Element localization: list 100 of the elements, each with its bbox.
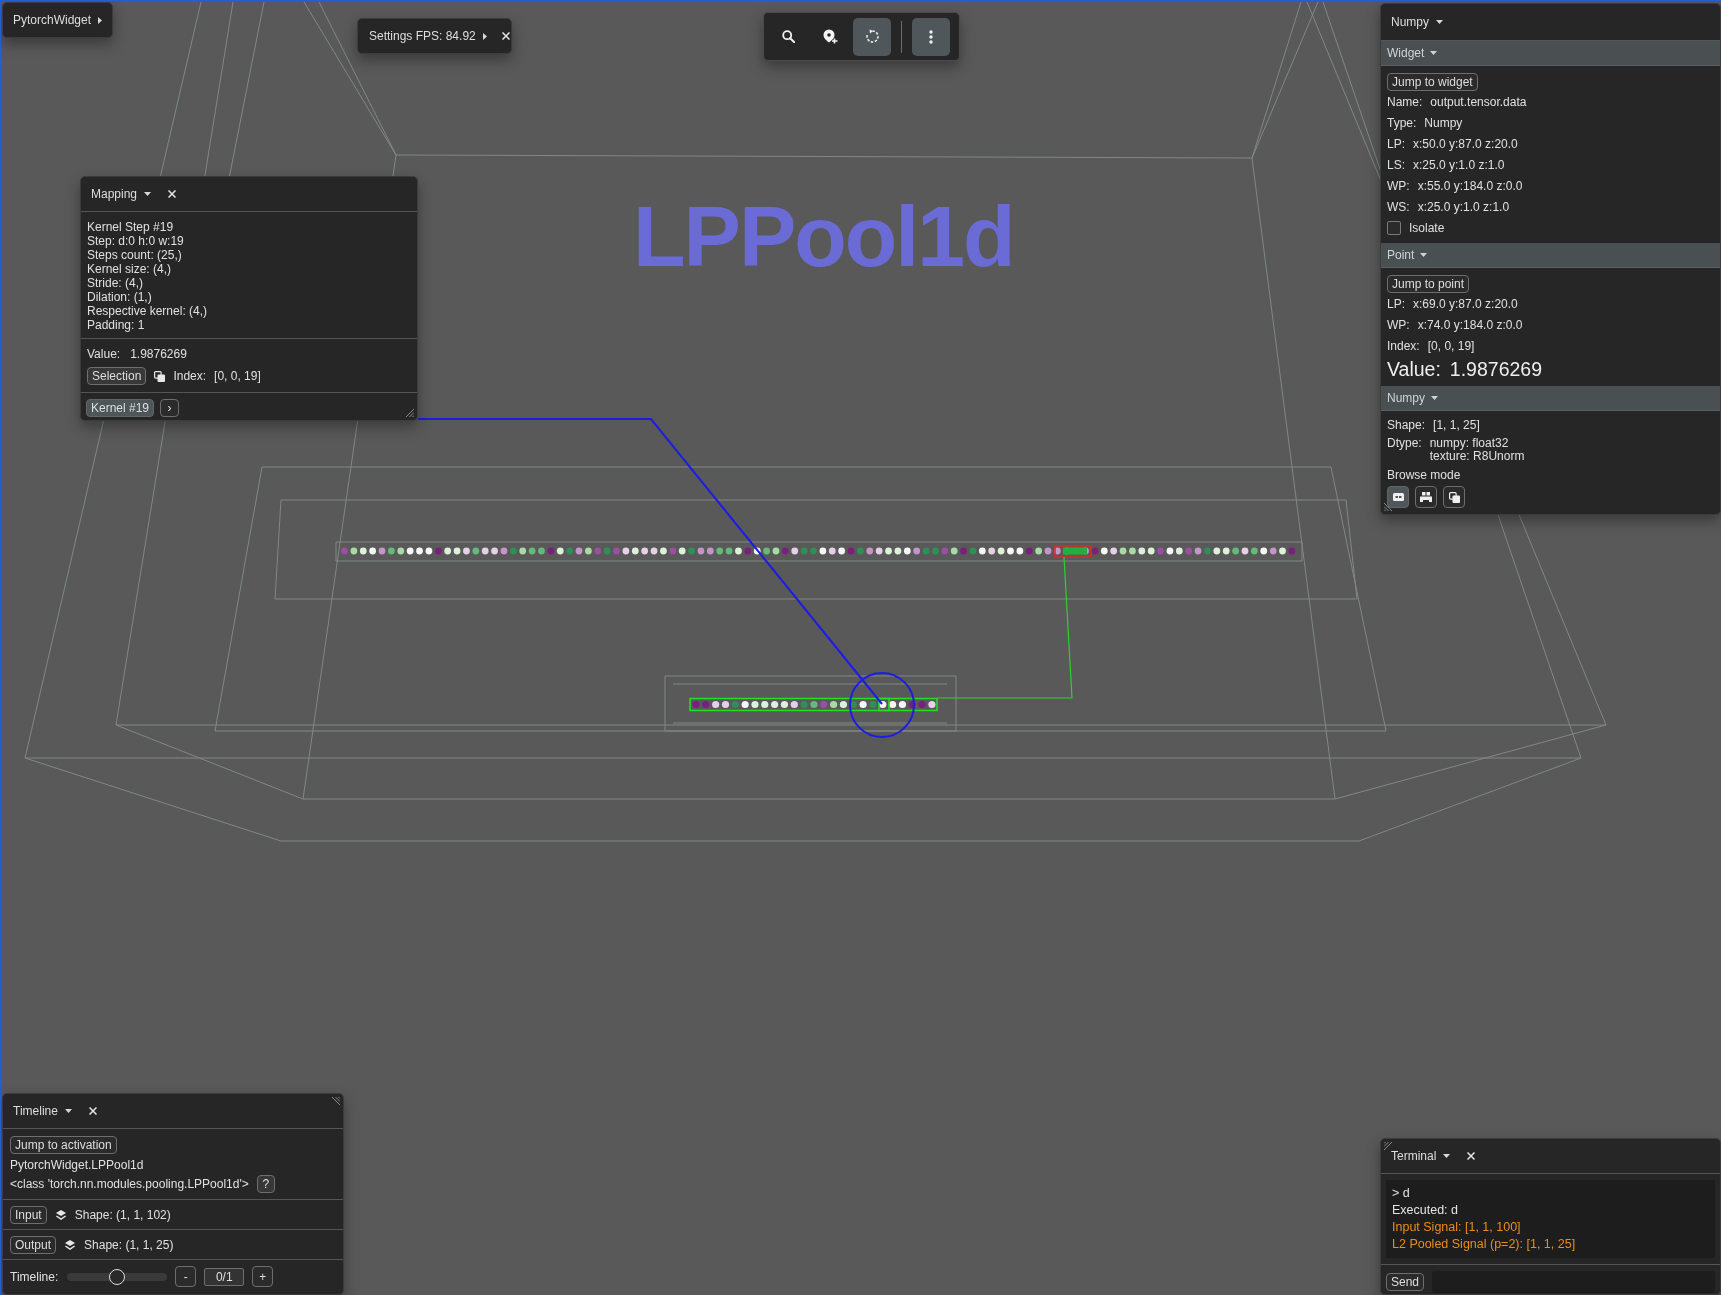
field-value: numpy: float32: [1429, 437, 1510, 450]
info-line: Step: d:0 h:0 w:19: [87, 234, 185, 248]
kernel-button[interactable]: Kernel #19: [86, 399, 155, 417]
jump-button[interactable]: Jump to activation: [10, 1136, 117, 1154]
close-icon: [1467, 1152, 1476, 1160]
field-value: 1.9876269: [130, 347, 187, 361]
checkbox[interactable]: [1387, 220, 1401, 235]
field-label: Value:: [87, 347, 121, 361]
caret-icon: [98, 16, 102, 24]
resize-grip-icon[interactable]: [405, 408, 414, 417]
field-label: Shape:: [1387, 419, 1426, 432]
help-button[interactable]: ?: [256, 1175, 275, 1193]
field-label: Index:: [173, 369, 207, 383]
close-button[interactable]: [1465, 1150, 1478, 1162]
settings-toggle[interactable]: Settings FPS: 84.92: [368, 27, 488, 45]
field-value: Numpy: [1424, 115, 1463, 130]
refresh-icon: [864, 29, 880, 44]
increment-button[interactable]: +: [252, 1266, 274, 1287]
close-icon: [88, 1107, 97, 1115]
resize-grip-icon[interactable]: [1384, 502, 1393, 511]
step-field[interactable]: 0/1: [204, 1267, 245, 1286]
info-line: Dilation: (1,): [87, 290, 153, 304]
blocks-icon: [1420, 492, 1432, 502]
info-line: Kernel Step #19: [87, 220, 175, 234]
more-button[interactable]: [912, 17, 950, 56]
field-value: x:25.0 y:1.0 z:1.0: [1417, 199, 1510, 214]
close-button[interactable]: [86, 1105, 99, 1117]
field-label: LS:: [1387, 157, 1405, 172]
checkbox-label: Isolate: [1409, 220, 1445, 235]
tensor-button[interactable]: Output: [10, 1235, 57, 1254]
panel-menu-button[interactable]: Mapping: [90, 185, 153, 203]
terminal-line: Executed: d: [1392, 1202, 1459, 1219]
copy-icon: [1448, 491, 1460, 503]
section-header[interactable]: Numpy: [1381, 386, 1720, 411]
field-label: WP:: [1387, 317, 1410, 332]
panel-menu-button[interactable]: Timeline: [12, 1102, 73, 1120]
info-line: Respective kernel: (4,): [87, 304, 209, 318]
tensor-button[interactable]: Input: [10, 1205, 47, 1224]
close-button[interactable]: [499, 30, 512, 42]
field-label: Value:: [1387, 357, 1441, 381]
resize-grip-icon[interactable]: [1384, 1142, 1393, 1151]
class-name: <class 'torch.nn.modules.pooling.LPPool1d'>: [10, 1177, 249, 1191]
terminal-line: > d: [1392, 1185, 1411, 1202]
section-header[interactable]: Point: [1381, 243, 1720, 268]
section-header[interactable]: Widget: [1381, 41, 1720, 66]
terminal-line: Input Signal: [1, 1, 100]: [1392, 1219, 1522, 1236]
tile-icon: [1392, 493, 1404, 501]
copy-mode-button[interactable]: [1443, 486, 1465, 508]
field-label: Index:: [1387, 338, 1420, 353]
caret-icon: [1436, 20, 1443, 24]
next-button[interactable]: ›: [160, 399, 180, 417]
close-icon: [168, 190, 177, 198]
caret-icon: [482, 32, 487, 40]
caret-icon: [1420, 253, 1428, 257]
kernel-highlight-box: [1054, 545, 1092, 558]
field-value: x:25.0 y:1.0 z:1.0: [1413, 157, 1505, 172]
panel-menu-button[interactable]: Numpy: [1390, 13, 1444, 31]
field-label: LP:: [1387, 296, 1405, 311]
field-value: output.tensor.data: [1430, 94, 1527, 109]
decrement-button[interactable]: -: [175, 1266, 197, 1287]
caret-icon: [144, 192, 152, 196]
close-button[interactable]: [166, 188, 179, 200]
slider-thumb[interactable]: [109, 1268, 126, 1285]
menu-button[interactable]: PytorchWidget: [2, 2, 113, 38]
field-value: x:50.0 y:87.0 z:20.0: [1413, 136, 1518, 151]
more-icon: [929, 29, 933, 44]
tile-mode-button[interactable]: [1387, 486, 1409, 508]
panel-menu-button[interactable]: Terminal: [1390, 1147, 1452, 1165]
field-label: LP:: [1387, 136, 1405, 151]
shape-text: Shape: (1, 1, 102): [74, 1207, 171, 1222]
info-line: Steps count: (25,): [87, 248, 183, 262]
layers-icon: [55, 1209, 66, 1220]
field-value: texture: R8Unorm: [1429, 450, 1525, 463]
pin-plus-icon: [822, 29, 838, 44]
caret-icon: [1431, 396, 1438, 400]
copy-icon: [154, 370, 166, 382]
terminal-line: L2 Pooled Signal (p=2): [1, 1, 25]: [1392, 1236, 1577, 1253]
field-label: WP:: [1387, 178, 1410, 193]
focus-ring: [849, 672, 915, 738]
field-label: Dtype:: [1387, 437, 1422, 452]
selection-button[interactable]: Selection: [87, 367, 147, 385]
field-label: Name:: [1387, 94, 1423, 109]
field-value: x:74.0 y:184.0 z:0.0: [1417, 317, 1523, 332]
refresh-button[interactable]: [853, 17, 891, 56]
module-name: PytorchWidget.LPPool1d: [10, 1157, 144, 1174]
field-value: x:55.0 y:184.0 z:0.0: [1417, 178, 1523, 193]
search-icon: [781, 30, 795, 43]
caret-icon: [64, 1109, 72, 1113]
resize-grip-icon[interactable]: [331, 1097, 340, 1106]
field-label: Timeline:: [10, 1269, 59, 1284]
field-label: WS:: [1387, 199, 1410, 214]
field-value: [0, 0, 19]: [214, 369, 261, 383]
jump-button[interactable]: Jump to widget: [1387, 73, 1478, 91]
send-button[interactable]: Send: [1386, 1273, 1425, 1291]
info-line: Kernel size: (4,): [87, 262, 173, 276]
close-icon: [501, 32, 510, 40]
blocks-mode-button[interactable]: [1415, 486, 1437, 508]
command-input[interactable]: [1432, 1271, 1715, 1293]
jump-button[interactable]: Jump to point: [1387, 275, 1470, 293]
field-value: 1.9876269: [1449, 357, 1543, 381]
